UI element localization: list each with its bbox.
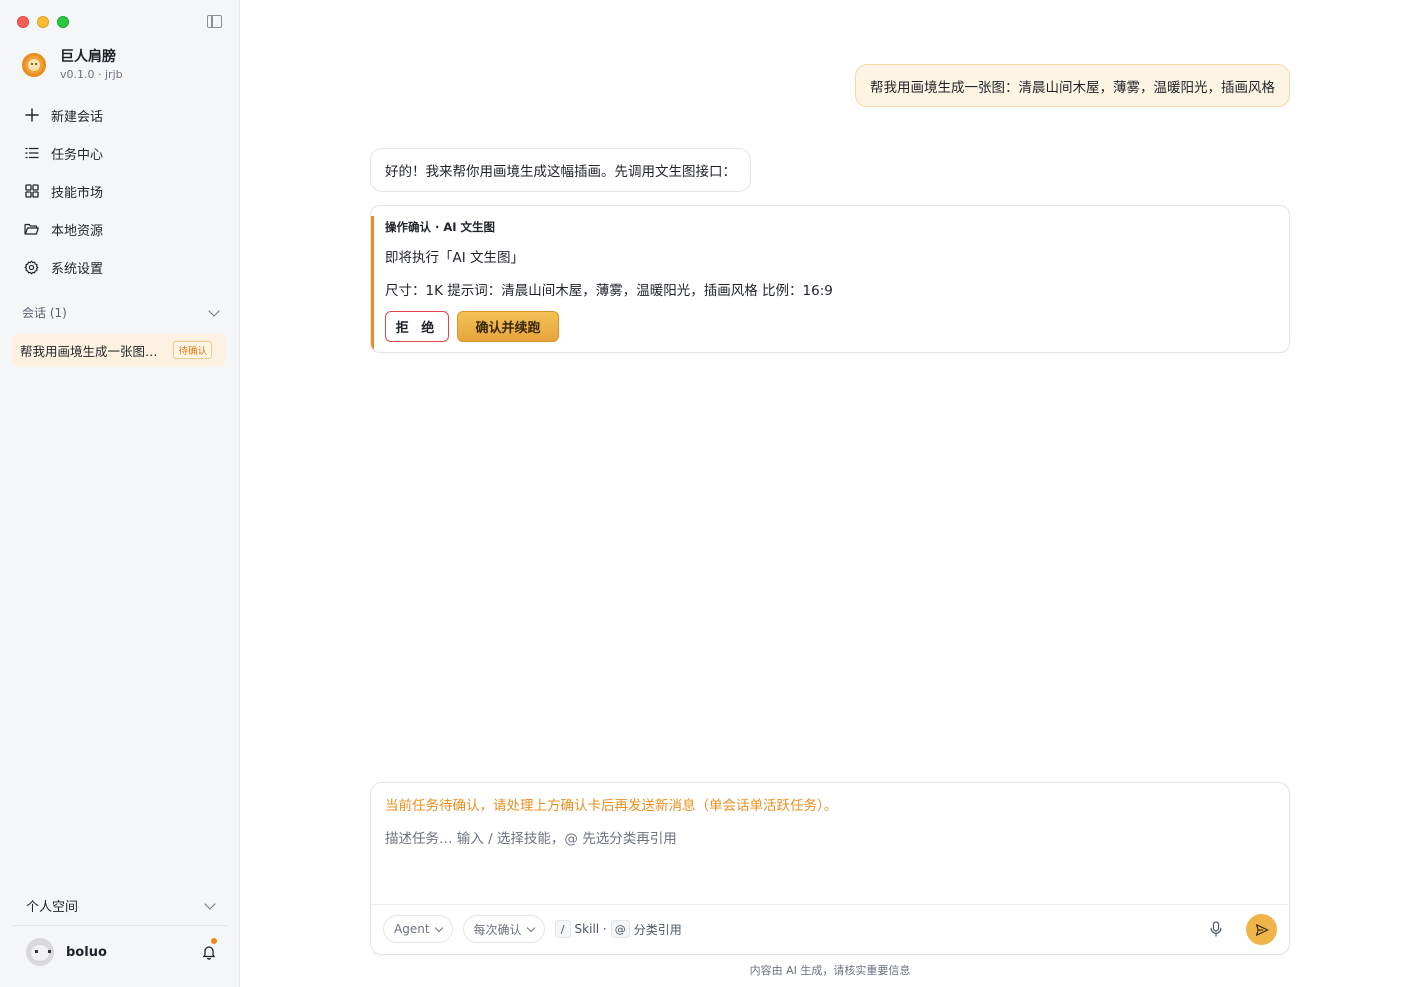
notification-dot (211, 938, 217, 944)
ai-disclaimer: 内容由 AI 生成，请核实重要信息 (749, 964, 911, 977)
nav-label: 系统设置 (51, 261, 104, 277)
confirm-continue-button[interactable]: 确认并续跑 (457, 311, 559, 342)
list-icon (24, 146, 39, 161)
message-input[interactable] (385, 827, 1265, 851)
nav-label: 技能市场 (51, 185, 104, 201)
minimize-window-button[interactable] (37, 16, 49, 28)
sidebar-toggle-icon[interactable] (207, 15, 222, 28)
divider (12, 925, 228, 926)
user-profile[interactable]: boluo (26, 938, 107, 966)
bell-icon[interactable] (202, 944, 216, 960)
shortcut-hint: / Skill · @ 分类引用 (554, 920, 686, 938)
slash-key: / (554, 920, 571, 938)
folder-icon (24, 222, 39, 237)
status-badge: 待确认 (173, 341, 212, 359)
confirm-card-detail: 尺寸：1K 提示词：清晨山间木屋，薄雾，温暖阳光，插画风格 比例：16:9 (385, 283, 833, 299)
mode-select[interactable]: Agent (383, 915, 453, 943)
reject-button[interactable]: 拒 绝 (385, 311, 449, 342)
nav-skill-market[interactable]: 技能市场 (12, 172, 228, 210)
app-version: v0.1.0 · jrjb (60, 68, 123, 81)
window-controls (17, 16, 69, 28)
space-label: 个人空间 (26, 900, 79, 915)
chevron-down-icon (204, 897, 216, 910)
confirm-card: 操作确认 · AI 文生图 即将执行「AI 文生图」 尺寸：1K 提示词：清晨山… (370, 205, 1290, 353)
confirm-card-action: 即将执行「AI 文生图」 (385, 250, 525, 266)
nav-label: 本地资源 (51, 223, 104, 239)
sidebar-nav: 新建会话 任务中心 技能市场 本地资源 系统设置 (12, 96, 228, 286)
user-name: boluo (66, 944, 107, 960)
divider (371, 904, 1289, 905)
session-item[interactable]: 帮我用画境生成一张图… 待确认 (12, 333, 226, 367)
confirm-card-header: 操作确认 · AI 文生图 (385, 220, 496, 234)
brand: 巨人肩膀 v0.1.0 · jrjb (22, 48, 123, 81)
sessions-header[interactable]: 会话 (1) (22, 304, 220, 321)
microphone-icon[interactable] (1209, 921, 1223, 937)
nav-label: 任务中心 (51, 147, 104, 163)
pending-warning: 当前任务待确认，请处理上方确认卡后再发送新消息（单会话单活跃任务）。 (385, 798, 838, 814)
nav-task-center[interactable]: 任务中心 (12, 134, 228, 172)
nav-settings[interactable]: 系统设置 (12, 248, 228, 286)
grid-icon (24, 184, 39, 199)
send-icon (1255, 923, 1268, 936)
chat-main: 帮我用画境生成一张图：清晨山间木屋，薄雾，温暖阳光，插画风格 好的！我来帮你用画… (240, 0, 1419, 987)
send-button[interactable] (1246, 914, 1277, 945)
app-name: 巨人肩膀 (60, 49, 116, 65)
gear-icon (24, 260, 39, 275)
chevron-down-icon (434, 923, 443, 932)
sidebar: 巨人肩膀 v0.1.0 · jrjb 新建会话 任务中心 技能市场 本地资源 系… (0, 0, 240, 987)
user-message: 帮我用画境生成一张图：清晨山间木屋，薄雾，温暖阳光，插画风格 (855, 64, 1290, 107)
mode-select-label: Agent (394, 922, 430, 936)
composer: 当前任务待确认，请处理上方确认卡后再发送新消息（单会话单活跃任务）。 Agent… (370, 782, 1290, 955)
assistant-message: 好的！我来帮你用画境生成这幅插画。先调用文生图接口： (370, 148, 751, 192)
sessions-header-label: 会话 (1) (22, 306, 67, 320)
nav-new-chat[interactable]: 新建会话 (12, 96, 228, 134)
app-window: 巨人肩膀 v0.1.0 · jrjb 新建会话 任务中心 技能市场 本地资源 系… (0, 0, 1419, 987)
chevron-down-icon (208, 304, 220, 317)
space-selector[interactable]: 个人空间 (26, 896, 216, 915)
nav-local-resources[interactable]: 本地资源 (12, 210, 228, 248)
at-key: @ (610, 920, 630, 938)
lion-logo-icon (22, 52, 46, 77)
card-accent-bar (371, 216, 374, 352)
chevron-down-icon (526, 923, 535, 932)
nav-label: 新建会话 (51, 109, 104, 125)
confirm-mode-label: 每次确认 (473, 922, 522, 937)
confirm-mode-select[interactable]: 每次确认 (462, 915, 545, 943)
close-window-button[interactable] (17, 16, 29, 28)
plus-icon (24, 108, 39, 123)
composer-toolbar: Agent 每次确认 / Skill · @ 分类引用 (383, 914, 1277, 945)
hint-reference: 分类引用 (633, 922, 682, 937)
session-title: 帮我用画境生成一张图… (20, 343, 158, 359)
hint-skill: Skill · (574, 922, 607, 936)
maximize-window-button[interactable] (57, 16, 69, 28)
avatar (26, 938, 54, 966)
